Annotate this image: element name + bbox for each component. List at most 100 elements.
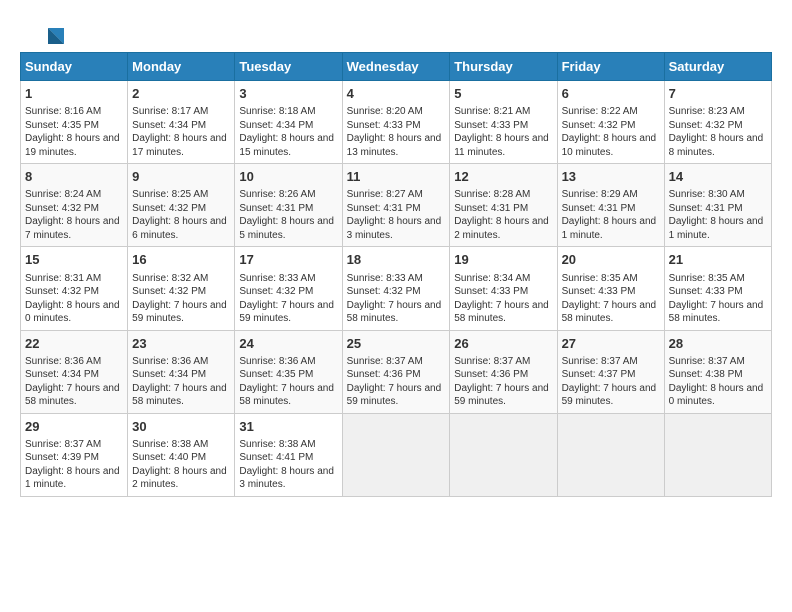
day-number: 7 <box>669 85 767 103</box>
day-number: 15 <box>25 251 123 269</box>
day-info: Sunrise: 8:33 AMSunset: 4:32 PMDaylight:… <box>239 272 337 326</box>
day-info: Sunrise: 8:38 AMSunset: 4:40 PMDaylight:… <box>132 438 230 492</box>
page-header <box>20 20 772 42</box>
calendar-table: SundayMondayTuesdayWednesdayThursdayFrid… <box>20 52 772 497</box>
logo-icon <box>24 20 64 60</box>
calendar-cell: 16Sunrise: 8:32 AMSunset: 4:32 PMDayligh… <box>128 247 235 330</box>
calendar-cell: 19 Sunrise: 8:34 AMSunset: 4:33 PMDayligh… <box>450 247 557 330</box>
calendar-cell: 10Sunrise: 8:26 AMSunset: 4:31 PMDayligh… <box>235 164 342 247</box>
day-info: Sunrise: 8:31 AMSunset: 4:32 PMDaylight:… <box>25 272 123 326</box>
calendar-cell: 23 Sunrise: 8:36 AMSunset: 4:34 PMDayligh… <box>128 330 235 413</box>
day-number: 4 <box>347 85 446 103</box>
day-header-monday: Monday <box>128 53 235 81</box>
calendar-week-1: 1 Sunrise: 8:16 AMSunset: 4:35 PMDaylight… <box>21 81 772 164</box>
calendar-cell: 5 Sunrise: 8:21 AMSunset: 4:33 PMDaylight… <box>450 81 557 164</box>
day-header-thursday: Thursday <box>450 53 557 81</box>
day-number: 14 <box>669 168 767 186</box>
day-info: Sunrise: 8:27 AMSunset: 4:31 PMDaylight:… <box>347 188 446 242</box>
calendar-cell: 17 Sunrise: 8:33 AMSunset: 4:32 PMDayligh… <box>235 247 342 330</box>
calendar-cell: 15 Sunrise: 8:31 AMSunset: 4:32 PMDayligh… <box>21 247 128 330</box>
day-number: 9 <box>132 168 230 186</box>
day-number: 13 <box>562 168 660 186</box>
day-info: Sunrise: 8:36 AMSunset: 4:34 PMDaylight:… <box>132 355 230 409</box>
day-number: 25 <box>347 335 446 353</box>
day-number: 5 <box>454 85 552 103</box>
day-info: Sunrise: 8:28 AMSunset: 4:31 PMDaylight:… <box>454 188 552 242</box>
calendar-cell <box>342 413 450 496</box>
day-number: 8 <box>25 168 123 186</box>
day-number: 10 <box>239 168 337 186</box>
calendar-cell: 20Sunrise: 8:35 AMSunset: 4:33 PMDayligh… <box>557 247 664 330</box>
day-number: 23 <box>132 335 230 353</box>
day-number: 26 <box>454 335 552 353</box>
calendar-cell: 26 Sunrise: 8:37 AMSunset: 4:36 PMDayligh… <box>450 330 557 413</box>
day-header-tuesday: Tuesday <box>235 53 342 81</box>
day-info: Sunrise: 8:35 AMSunset: 4:33 PMDaylight:… <box>669 272 767 326</box>
day-info: Sunrise: 8:20 AMSunset: 4:33 PMDaylight:… <box>347 105 446 159</box>
day-info: Sunrise: 8:18 AMSunset: 4:34 PMDaylight:… <box>239 105 337 159</box>
day-number: 21 <box>669 251 767 269</box>
calendar-cell: 30 Sunrise: 8:38 AMSunset: 4:40 PMDayligh… <box>128 413 235 496</box>
day-info: Sunrise: 8:37 AMSunset: 4:36 PMDaylight:… <box>347 355 446 409</box>
calendar-cell: 7Sunrise: 8:23 AMSunset: 4:32 PMDaylight… <box>664 81 771 164</box>
day-number: 17 <box>239 251 337 269</box>
day-number: 31 <box>239 418 337 436</box>
day-info: Sunrise: 8:16 AMSunset: 4:35 PMDaylight:… <box>25 105 123 159</box>
day-number: 6 <box>562 85 660 103</box>
logo <box>20 20 64 42</box>
day-info: Sunrise: 8:21 AMSunset: 4:33 PMDaylight:… <box>454 105 552 159</box>
calendar-body: 1 Sunrise: 8:16 AMSunset: 4:35 PMDaylight… <box>21 81 772 497</box>
day-number: 11 <box>347 168 446 186</box>
calendar-cell: 12 Sunrise: 8:28 AMSunset: 4:31 PMDayligh… <box>450 164 557 247</box>
day-info: Sunrise: 8:36 AMSunset: 4:34 PMDaylight:… <box>25 355 123 409</box>
day-number: 3 <box>239 85 337 103</box>
day-info: Sunrise: 8:30 AMSunset: 4:31 PMDaylight:… <box>669 188 767 242</box>
day-info: Sunrise: 8:29 AMSunset: 4:31 PMDaylight:… <box>562 188 660 242</box>
calendar-cell: 31 Sunrise: 8:38 AMSunset: 4:41 PMDayligh… <box>235 413 342 496</box>
calendar-cell: 21 Sunrise: 8:35 AMSunset: 4:33 PMDayligh… <box>664 247 771 330</box>
calendar-cell: 27Sunrise: 8:37 AMSunset: 4:37 PMDayligh… <box>557 330 664 413</box>
day-info: Sunrise: 8:34 AMSunset: 4:33 PMDaylight:… <box>454 272 552 326</box>
calendar-cell: 29Sunrise: 8:37 AMSunset: 4:39 PMDayligh… <box>21 413 128 496</box>
day-header-saturday: Saturday <box>664 53 771 81</box>
calendar-cell: 4 Sunrise: 8:20 AMSunset: 4:33 PMDaylight… <box>342 81 450 164</box>
calendar-week-5: 29Sunrise: 8:37 AMSunset: 4:39 PMDayligh… <box>21 413 772 496</box>
day-number: 16 <box>132 251 230 269</box>
day-header-wednesday: Wednesday <box>342 53 450 81</box>
day-number: 22 <box>25 335 123 353</box>
calendar-cell: 2 Sunrise: 8:17 AMSunset: 4:34 PMDaylight… <box>128 81 235 164</box>
day-info: Sunrise: 8:37 AMSunset: 4:36 PMDaylight:… <box>454 355 552 409</box>
day-info: Sunrise: 8:17 AMSunset: 4:34 PMDaylight:… <box>132 105 230 159</box>
day-number: 18 <box>347 251 446 269</box>
calendar-cell: 25 Sunrise: 8:37 AMSunset: 4:36 PMDayligh… <box>342 330 450 413</box>
calendar-cell: 22 Sunrise: 8:36 AMSunset: 4:34 PMDayligh… <box>21 330 128 413</box>
calendar-week-3: 15 Sunrise: 8:31 AMSunset: 4:32 PMDayligh… <box>21 247 772 330</box>
calendar-cell: 13 Sunrise: 8:29 AMSunset: 4:31 PMDayligh… <box>557 164 664 247</box>
day-number: 12 <box>454 168 552 186</box>
day-header-friday: Friday <box>557 53 664 81</box>
day-info: Sunrise: 8:36 AMSunset: 4:35 PMDaylight:… <box>239 355 337 409</box>
calendar-cell: 11 Sunrise: 8:27 AMSunset: 4:31 PMDayligh… <box>342 164 450 247</box>
calendar-cell: 18 Sunrise: 8:33 AMSunset: 4:32 PMDayligh… <box>342 247 450 330</box>
calendar-cell: 9Sunrise: 8:25 AMSunset: 4:32 PMDaylight… <box>128 164 235 247</box>
calendar-cell: 6 Sunrise: 8:22 AMSunset: 4:32 PMDaylight… <box>557 81 664 164</box>
calendar-cell: 14 Sunrise: 8:30 AMSunset: 4:31 PMDayligh… <box>664 164 771 247</box>
day-info: Sunrise: 8:37 AMSunset: 4:38 PMDaylight:… <box>669 355 767 409</box>
day-number: 29 <box>25 418 123 436</box>
calendar-cell: 3 Sunrise: 8:18 AMSunset: 4:34 PMDaylight… <box>235 81 342 164</box>
calendar-cell: 1 Sunrise: 8:16 AMSunset: 4:35 PMDaylight… <box>21 81 128 164</box>
day-info: Sunrise: 8:38 AMSunset: 4:41 PMDaylight:… <box>239 438 337 492</box>
day-info: Sunrise: 8:24 AMSunset: 4:32 PMDaylight:… <box>25 188 123 242</box>
day-number: 2 <box>132 85 230 103</box>
calendar-cell <box>450 413 557 496</box>
day-info: Sunrise: 8:35 AMSunset: 4:33 PMDaylight:… <box>562 272 660 326</box>
day-number: 30 <box>132 418 230 436</box>
day-info: Sunrise: 8:37 AMSunset: 4:37 PMDaylight:… <box>562 355 660 409</box>
calendar-cell <box>664 413 771 496</box>
calendar-cell <box>557 413 664 496</box>
day-info: Sunrise: 8:33 AMSunset: 4:32 PMDaylight:… <box>347 272 446 326</box>
calendar-cell: 28Sunrise: 8:37 AMSunset: 4:38 PMDayligh… <box>664 330 771 413</box>
day-info: Sunrise: 8:22 AMSunset: 4:32 PMDaylight:… <box>562 105 660 159</box>
day-number: 1 <box>25 85 123 103</box>
day-number: 19 <box>454 251 552 269</box>
